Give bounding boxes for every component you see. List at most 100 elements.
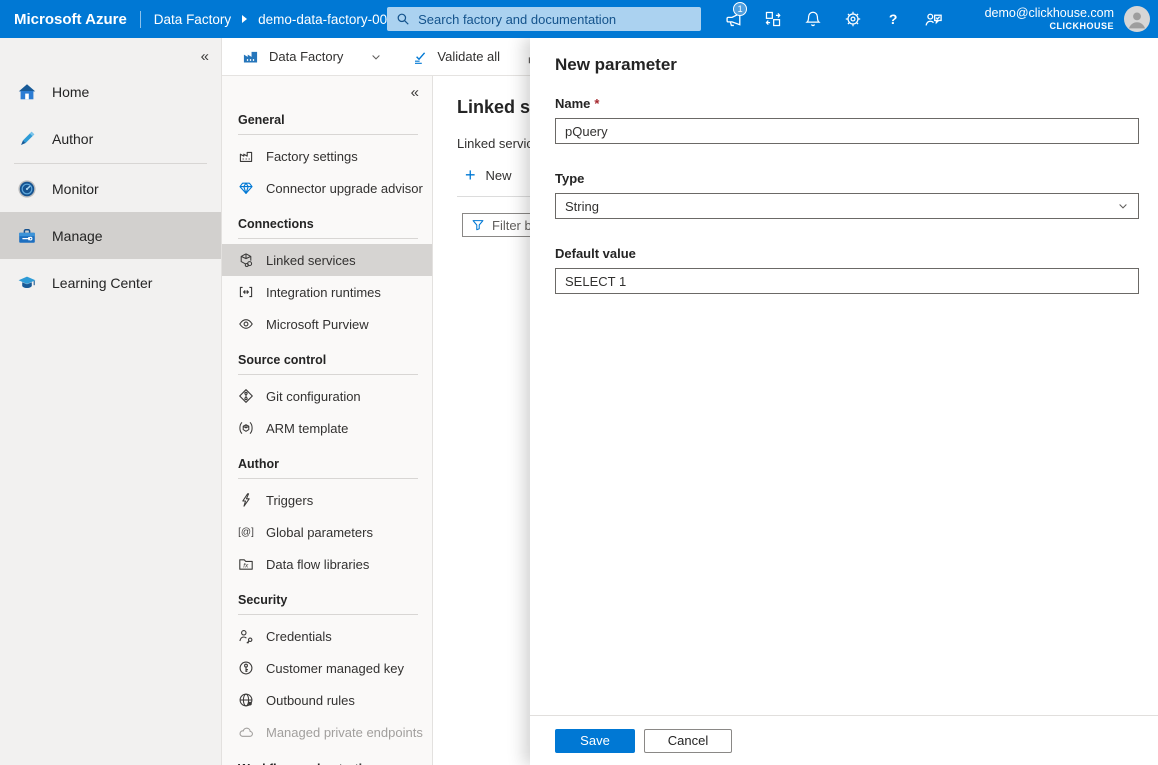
global-search[interactable] — [387, 7, 701, 31]
validate-all-button[interactable]: Validate all — [412, 49, 500, 65]
manage-item-label: Git configuration — [266, 389, 361, 404]
section-divider — [238, 614, 418, 615]
manage-item-outbound-rules[interactable]: Outbound rules — [222, 684, 432, 716]
account-tenant: CLICKHOUSE — [985, 21, 1114, 33]
section-title-source-control: Source control — [222, 340, 432, 374]
manage-nav: « General Factory settings Connector upg… — [222, 76, 433, 765]
type-label: Type — [555, 171, 584, 186]
breadcrumb-app[interactable]: Data Factory — [154, 12, 231, 27]
new-linked-service-button[interactable]: + New — [465, 166, 512, 184]
azure-logo[interactable]: Microsoft Azure — [14, 11, 127, 28]
nav-item-manage[interactable]: Manage — [0, 212, 221, 259]
manage-item-label: Data flow libraries — [266, 557, 369, 572]
feedback-button[interactable] — [913, 0, 953, 38]
directory-switcher-button[interactable] — [753, 0, 793, 38]
folder-fx-icon: fx — [238, 556, 254, 572]
manage-item-label: ARM template — [266, 421, 348, 436]
manage-item-customer-managed-key[interactable]: Customer managed key — [222, 652, 432, 684]
section-divider — [238, 478, 418, 479]
nav-item-label: Home — [52, 84, 89, 100]
nav-item-monitor[interactable]: Monitor — [0, 165, 221, 212]
factory-settings-icon — [238, 148, 254, 164]
manage-item-label: Microsoft Purview — [266, 317, 369, 332]
manage-item-managed-private-endpoints[interactable]: Managed private endpoints — [222, 716, 432, 748]
nav-item-label: Author — [52, 131, 93, 147]
diamond-icon — [238, 180, 254, 196]
type-field-group: Type String — [555, 171, 1139, 219]
manage-item-label: Integration runtimes — [266, 285, 381, 300]
help-button[interactable]: ? — [873, 0, 913, 38]
settings-button[interactable] — [833, 0, 873, 38]
panel-footer: Save Cancel — [530, 715, 1158, 765]
collapse-left-nav-icon[interactable]: « — [201, 49, 209, 64]
search-input[interactable] — [418, 12, 692, 27]
git-icon — [238, 388, 254, 404]
section-title-workflow-orchestration-manager: Workflow orchestration manager — [222, 748, 432, 765]
linked-services-icon — [238, 252, 254, 268]
toolbox-icon — [17, 226, 37, 246]
manage-item-microsoft-purview[interactable]: Microsoft Purview — [222, 308, 432, 340]
top-bar: Microsoft Azure Data Factory demo-data-f… — [0, 0, 1158, 38]
manage-item-integration-runtimes[interactable]: Integration runtimes — [222, 276, 432, 308]
gear-icon — [844, 10, 862, 28]
name-label: Name — [555, 96, 590, 111]
default-value-field-group: Default value — [555, 246, 1139, 294]
global-parameters-icon: [@] — [238, 524, 254, 540]
left-nav-divider — [14, 163, 207, 164]
name-input[interactable] — [555, 118, 1139, 144]
section-divider — [238, 134, 418, 135]
plus-icon: + — [465, 166, 476, 184]
collapse-manage-nav-icon[interactable]: « — [411, 85, 419, 100]
manage-item-arm-template[interactable]: ARM template — [222, 412, 432, 444]
nav-item-author[interactable]: Author — [0, 115, 221, 162]
new-parameter-panel: New parameter Name * Type String — [530, 38, 1158, 765]
manage-item-label: Customer managed key — [266, 661, 404, 676]
section-divider — [238, 374, 418, 375]
account-info[interactable]: demo@clickhouse.com CLICKHOUSE — [985, 5, 1114, 33]
notifications-button[interactable] — [793, 0, 833, 38]
manage-item-data-flow-libraries[interactable]: fx Data flow libraries — [222, 548, 432, 580]
nav-item-label: Learning Center — [52, 275, 152, 291]
manage-item-label: Outbound rules — [266, 693, 355, 708]
pencil-icon — [17, 129, 37, 149]
nav-item-home[interactable]: Home — [0, 68, 221, 115]
type-select[interactable]: String — [555, 193, 1139, 219]
type-select-value: String — [565, 199, 599, 214]
arm-template-icon — [238, 420, 254, 436]
manage-item-label: Connector upgrade advisor — [266, 181, 423, 196]
section-title-security: Security — [222, 580, 432, 614]
search-icon — [396, 12, 410, 26]
manage-item-global-parameters[interactable]: [@] Global parameters — [222, 516, 432, 548]
home-icon — [17, 82, 37, 102]
account-email: demo@clickhouse.com — [985, 5, 1114, 21]
default-value-label: Default value — [555, 246, 636, 261]
svg-text:fx: fx — [243, 562, 249, 569]
save-button[interactable]: Save — [555, 729, 635, 753]
filter-funnel-icon — [471, 218, 485, 232]
section-title-author: Author — [222, 444, 432, 478]
factory-icon — [242, 48, 259, 65]
new-button-label: New — [486, 168, 512, 183]
default-value-input[interactable] — [555, 268, 1139, 294]
factory-selector[interactable]: Data Factory — [242, 48, 343, 65]
manage-item-triggers[interactable]: Triggers — [222, 484, 432, 516]
manage-item-connector-upgrade-advisor[interactable]: Connector upgrade advisor — [222, 172, 432, 204]
manage-item-factory-settings[interactable]: Factory settings — [222, 140, 432, 172]
announcements-button[interactable]: 1 — [713, 0, 753, 38]
nav-item-learning-center[interactable]: Learning Center — [0, 259, 221, 306]
manage-item-git-configuration[interactable]: Git configuration — [222, 380, 432, 412]
chevron-down-icon[interactable] — [370, 51, 382, 63]
cancel-button[interactable]: Cancel — [644, 729, 732, 753]
avatar[interactable] — [1124, 6, 1150, 32]
manage-item-label: Linked services — [266, 253, 356, 268]
left-nav-header: « — [0, 43, 221, 68]
factory-selector-label: Data Factory — [269, 49, 343, 64]
manage-item-label: Triggers — [266, 493, 313, 508]
breadcrumb-factory-name[interactable]: demo-data-factory-00 — [258, 12, 387, 27]
manage-item-credentials[interactable]: Credentials — [222, 620, 432, 652]
name-field-group: Name * — [555, 96, 1139, 144]
key-circle-icon — [238, 660, 254, 676]
manage-item-linked-services[interactable]: Linked services — [222, 244, 432, 276]
cloud-icon — [238, 724, 254, 740]
manage-item-label: Global parameters — [266, 525, 373, 540]
